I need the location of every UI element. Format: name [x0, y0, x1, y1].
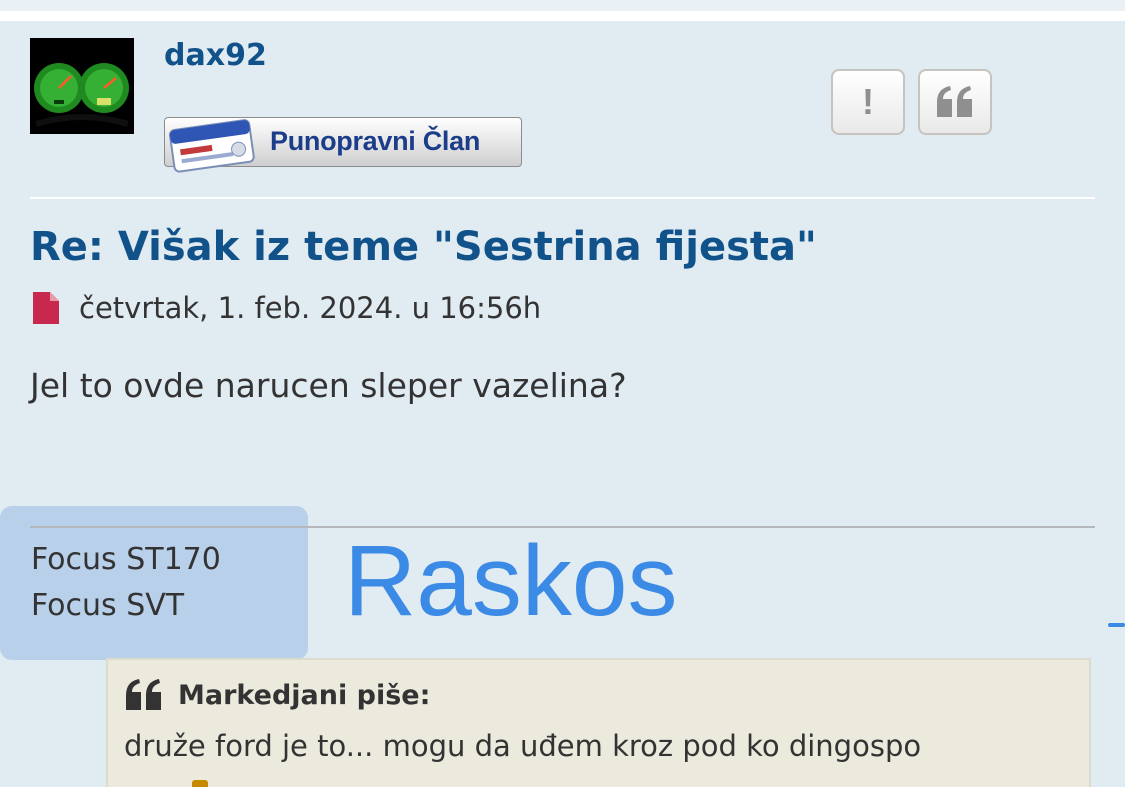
post-title[interactable]: Re: Višak iz teme "Sestrina fijesta" — [30, 220, 817, 274]
quote-button[interactable] — [918, 69, 992, 135]
post-date: četvrtak, 1. feb. 2024. u 16:56h — [79, 291, 542, 325]
signature-decoration — [1108, 623, 1125, 627]
quote-icon — [126, 679, 161, 710]
user-avatar[interactable] — [30, 38, 134, 134]
signature-name: Raskos — [344, 525, 678, 637]
signature-line: Focus SVT — [31, 588, 185, 623]
top-strip — [0, 0, 1125, 11]
quote-text: druže ford je to... mogu da uđem kroz po… — [124, 729, 922, 763]
quote-block: Markedjani piše: druže ford je to... mog… — [106, 658, 1091, 787]
document-icon[interactable] — [33, 292, 59, 324]
rank-image: Punopravni Član — [164, 113, 524, 181]
post: dax92 Punopravni Član ! Re: Višak iz tem… — [0, 21, 1125, 787]
quote-author: Markedjani piše: — [178, 679, 431, 711]
report-button[interactable]: ! — [831, 69, 905, 135]
membership-card-icon — [168, 119, 255, 173]
exclamation-icon: ! — [862, 81, 874, 122]
quote-icon — [937, 86, 972, 117]
smiley-icon — [192, 780, 208, 787]
signature-box — [0, 506, 308, 660]
post-date-line: četvrtak, 1. feb. 2024. u 16:56h — [33, 288, 541, 328]
signature-line: Focus ST170 — [31, 542, 221, 577]
quote-header: Markedjani piše: — [124, 678, 430, 712]
header-separator — [30, 197, 1095, 199]
rank-label: Punopravni Član — [270, 126, 481, 156]
post-content: Jel to ovde narucen sleper vazelina? — [30, 366, 627, 405]
author-username[interactable]: dax92 — [164, 38, 267, 74]
